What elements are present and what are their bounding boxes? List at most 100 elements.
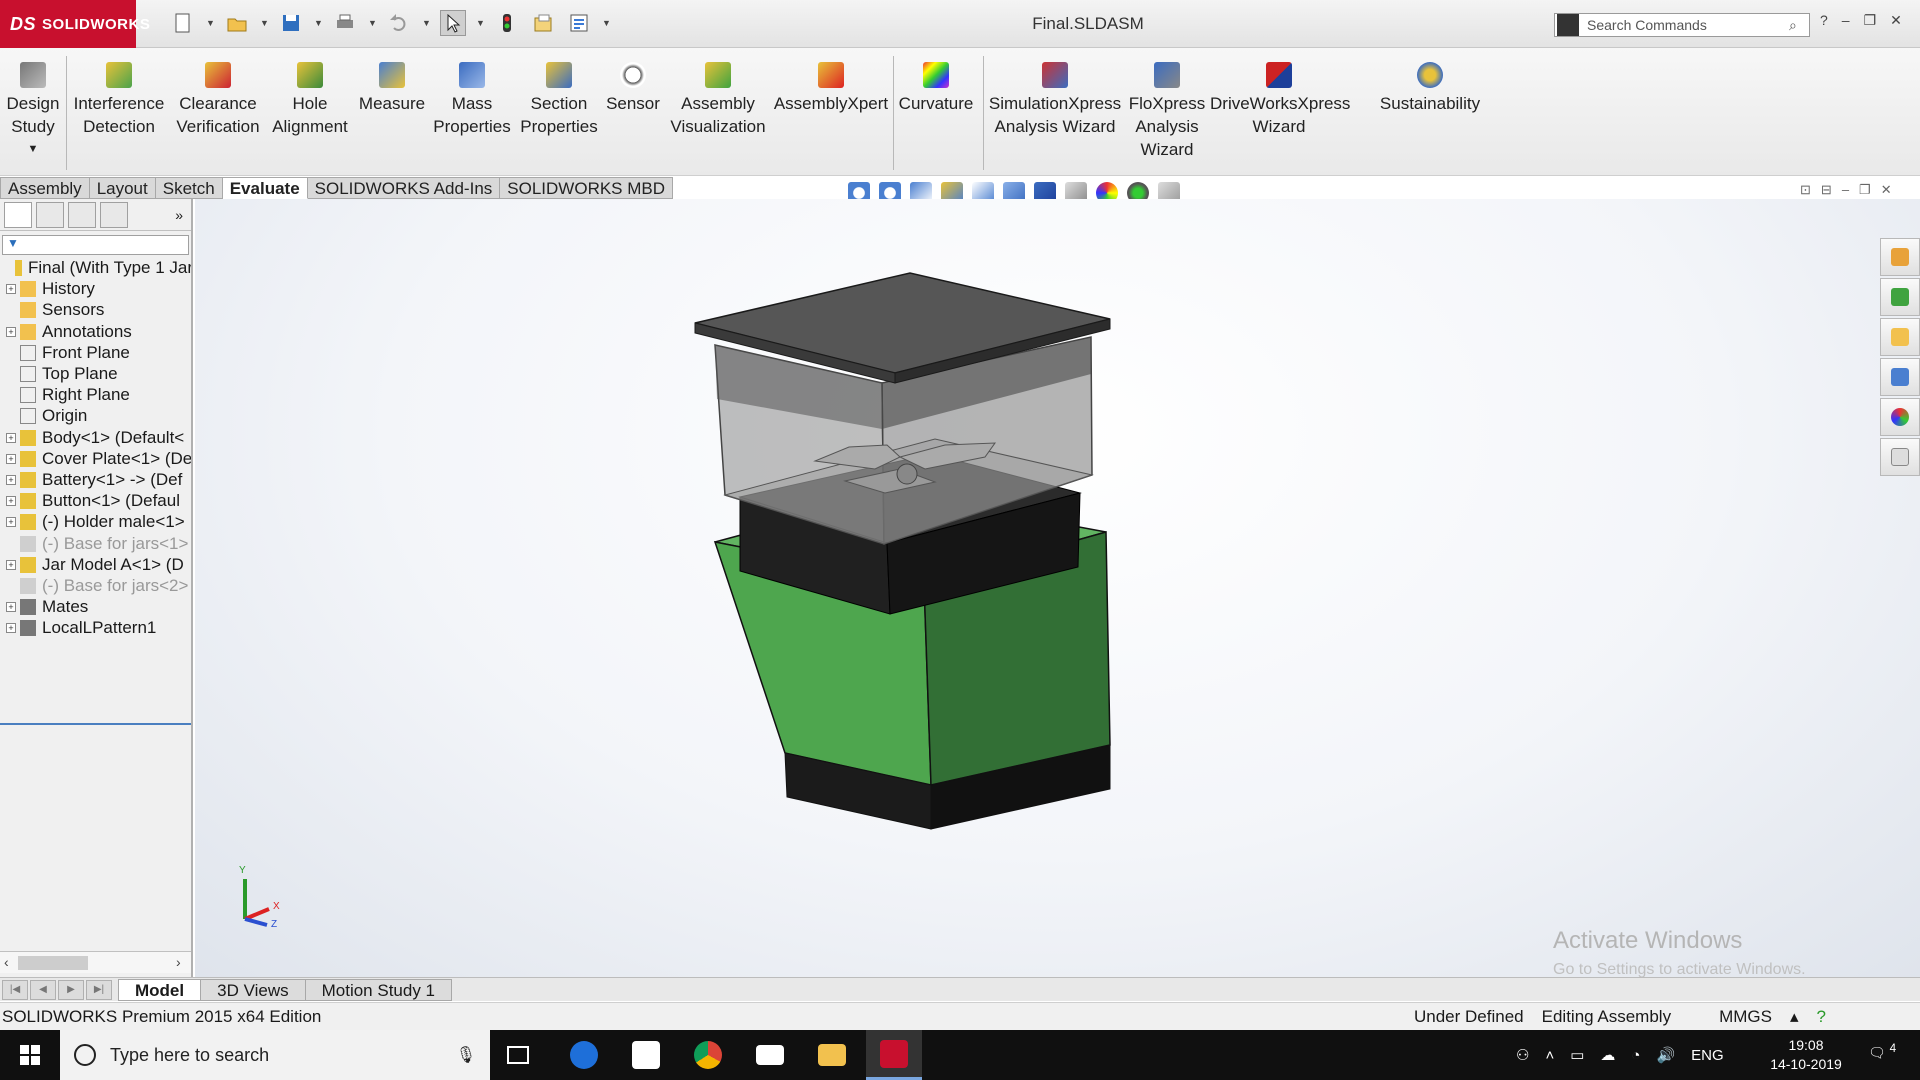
custom-properties-tab[interactable] [1880,438,1920,476]
design-study-button[interactable]: Design Study ▼ [4,62,62,161]
tab-layout[interactable]: Layout [89,177,156,199]
print-dropdown-icon[interactable]: ▼ [368,18,377,28]
expand-node-icon[interactable]: + [6,496,16,507]
mass-properties-button[interactable]: Mass Properties [430,62,514,138]
undo-button[interactable] [386,10,412,36]
help-status-icon[interactable]: ? [1817,1007,1826,1027]
task-view-button[interactable] [490,1030,546,1080]
new-dropdown-icon[interactable]: ▼ [206,18,215,28]
expand-node-icon[interactable]: + [6,284,16,295]
language-indicator[interactable]: ENG [1691,1047,1724,1064]
viewport-restore-icon[interactable]: ❐ [1859,182,1871,198]
sensor-button[interactable]: Sensor [602,62,664,115]
people-icon[interactable]: ⚇ [1516,1046,1529,1064]
configurationmanager-tab-icon[interactable] [68,201,96,228]
tab-solidworks-add-ins[interactable]: SOLIDWORKS Add-Ins [307,177,501,199]
file-explorer-tab[interactable] [1880,318,1920,356]
viewport-split-icon[interactable]: ⊟ [1821,182,1832,198]
tree-node[interactable]: + LocalLPattern1 [0,615,191,641]
design-library-tab[interactable] [1880,278,1920,316]
clearance-verification-button[interactable]: Clearance Verification [172,62,264,138]
expand-node-icon[interactable]: + [6,559,16,570]
tab-evaluate[interactable]: Evaluate [222,177,308,199]
curvature-button[interactable]: Curvature [896,62,976,115]
save-dropdown-icon[interactable]: ▼ [314,18,323,28]
tab-model[interactable]: Model [118,978,202,1001]
volume-icon[interactable]: 🔊 [1656,1046,1675,1064]
options-button[interactable] [566,10,592,36]
onedrive-icon[interactable]: ☁ [1600,1046,1615,1064]
viewport-close-icon[interactable]: ✕ [1881,182,1892,198]
select-dropdown-icon[interactable]: ▼ [476,18,485,28]
solidworks-taskbar-button[interactable] [866,1030,922,1080]
tab-solidworks-mbd[interactable]: SOLIDWORKS MBD [500,177,674,199]
design-study-dropdown-icon[interactable]: ▼ [4,138,62,161]
open-dropdown-icon[interactable]: ▼ [260,18,269,28]
start-button[interactable] [0,1030,60,1080]
scroll-left-icon[interactable]: ‹ [4,954,9,970]
assemblyxpert-button[interactable]: AssemblyXpert [772,62,890,115]
store-button[interactable] [618,1030,674,1080]
expand-node-icon[interactable]: + [6,453,16,464]
microphone-icon[interactable]: 🎙 [456,1045,476,1065]
restore-icon[interactable]: ❐ [1864,12,1877,29]
solidworks-resources-tab[interactable] [1880,238,1920,276]
graphics-area[interactable]: Y X Z Activate Windows Go to Settings to… [195,199,1920,977]
minimize-icon[interactable]: – [1842,12,1850,29]
select-button[interactable] [440,10,466,36]
open-button[interactable] [224,10,250,36]
sustainability-button[interactable]: Sustainability [1374,62,1486,115]
expand-panel-icon[interactable]: » [175,207,183,223]
hole-alignment-button[interactable]: Hole Alignment [268,62,352,138]
propertymanager-tab-icon[interactable] [36,201,64,228]
tree-rollback-bar[interactable] [0,723,191,725]
file-properties-button[interactable] [530,10,556,36]
battery-icon[interactable]: ▭ [1570,1046,1584,1064]
scroll-right-icon[interactable]: › [176,954,181,970]
floxpress-button[interactable]: FloXpress Analysis Wizard [1126,62,1208,161]
expand-node-icon[interactable]: + [6,623,16,634]
action-center-button[interactable]: 🗨 4 [1868,1042,1896,1062]
taskbar-search-box[interactable]: Type here to search 🎙 [60,1030,490,1080]
rebuild-button[interactable] [494,10,520,36]
command-search-mode-icon[interactable] [1557,14,1579,36]
expand-node-icon[interactable]: + [6,432,16,443]
tree-horizontal-scrollbar[interactable]: ‹ › [0,951,191,973]
appearances-tab[interactable] [1880,398,1920,436]
blender-assembly-model[interactable] [195,199,1920,977]
expand-node-icon[interactable]: + [6,326,16,337]
solidworks-logo[interactable]: DS SOLIDWORKS [0,0,150,48]
print-button[interactable] [332,10,358,36]
chrome-button[interactable] [680,1030,736,1080]
save-button[interactable] [278,10,304,36]
scroll-thumb[interactable] [18,956,88,970]
featuremanager-tab-icon[interactable] [4,201,32,228]
viewport-tile-icon[interactable]: ⊡ [1800,182,1811,198]
tab-sketch[interactable]: Sketch [155,177,223,199]
unit-system-button[interactable]: MMGS [1719,1007,1772,1027]
view-palette-tab[interactable] [1880,358,1920,396]
tree-filter-input[interactable]: ▼ [2,235,189,255]
displaymanager-tab-icon[interactable] [100,201,128,228]
first-tab-arrow-icon[interactable]: |◀ [2,979,28,1000]
prev-tab-arrow-icon[interactable]: ◀ [30,979,56,1000]
search-commands-input[interactable]: Search Commands [1587,17,1789,33]
expand-node-icon[interactable]: + [6,602,16,613]
search-commands-box[interactable]: Search Commands ⌕ [1554,13,1810,37]
simulationxpress-button[interactable]: SimulationXpress Analysis Wizard [988,62,1122,138]
assembly-visualization-button[interactable]: Assembly Visualization [666,62,770,138]
expand-node-icon[interactable]: + [6,475,16,485]
clock[interactable]: 19:08 14-10-2019 [1768,1036,1844,1074]
help-icon[interactable]: ? [1820,12,1828,29]
mail-button[interactable] [742,1030,798,1080]
new-document-button[interactable] [170,10,196,36]
next-tab-arrow-icon[interactable]: ▶ [58,979,84,1000]
measure-button[interactable]: Measure [356,62,428,115]
viewport-minimize-icon[interactable]: – [1842,182,1849,198]
options-dropdown-icon[interactable]: ▼ [602,18,611,28]
edge-button[interactable] [556,1030,612,1080]
show-hidden-icons-icon[interactable]: ˄ [1545,1047,1554,1064]
search-icon[interactable]: ⌕ [1789,17,1809,34]
section-properties-button[interactable]: Section Properties [518,62,600,138]
tab-assembly[interactable]: Assembly [0,177,90,199]
